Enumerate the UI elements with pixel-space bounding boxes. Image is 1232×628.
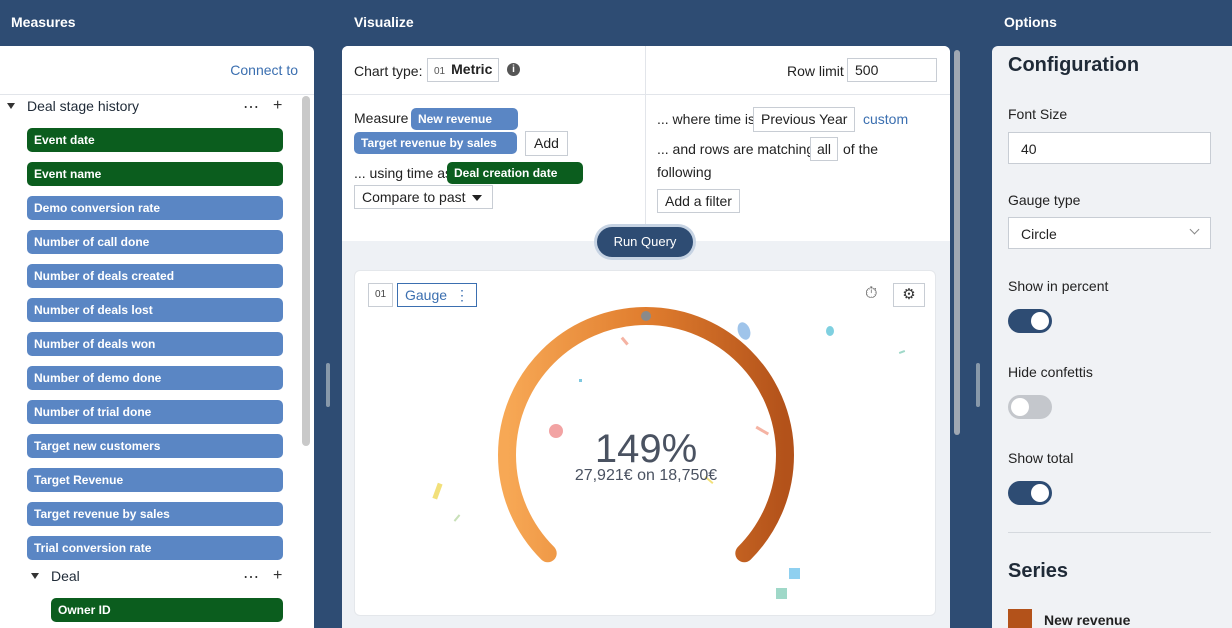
info-icon[interactable]: i [507,63,520,76]
measures-panel: Connect to Deal stage history ⋯ + Event … [0,46,314,628]
gauge-target-marker [641,311,651,321]
custom-link[interactable]: custom [863,111,908,127]
add-icon[interactable]: + [273,567,282,587]
visualize-column-title: Visualize [354,14,414,30]
group-deal[interactable]: Deal [31,568,80,584]
row-limit-input[interactable]: 500 [847,58,937,82]
measure-item[interactable]: Target revenue by sales [27,502,283,526]
show-total-label: Show total [1008,450,1074,466]
measure-item[interactable]: Event name [27,162,283,186]
time-chip[interactable]: Deal creation date [447,162,583,184]
add-filter-button[interactable]: Add a filter [657,189,740,213]
measures-scrollbar[interactable] [302,96,310,446]
toggle-knob [1031,312,1049,330]
series-title: Series [1008,560,1069,582]
query-builder: Chart type: 01 Metric i Row limit 500 Mea… [342,46,950,241]
measure-item[interactable]: Target new customers [27,434,283,458]
caret-down-icon [472,195,482,201]
left-splitter-handle[interactable] [326,363,330,407]
measures-column-title: Measures [11,14,76,30]
chart-type-number: 01 [434,66,446,77]
more-icon[interactable]: ⋯ [243,97,259,117]
measure-item[interactable]: Number of deals created [27,264,283,288]
measure-item[interactable]: Demo conversion rate [27,196,283,220]
compare-select[interactable]: Compare to past [354,185,493,209]
divider [645,46,646,241]
chart-type-select[interactable]: 01 Metric [427,58,500,82]
compare-select-value: Compare to past [362,189,466,205]
measure-item[interactable]: Event date [27,128,283,152]
series-color-swatch[interactable] [1008,609,1032,628]
toggle-knob [1031,484,1049,502]
measure-item[interactable]: Number of demo done [27,366,283,390]
font-size-label: Font Size [1008,106,1068,122]
where-time-select[interactable]: Previous Year [753,107,856,132]
toggle-knob [1011,398,1029,416]
caret-down-icon [31,573,39,579]
more-icon[interactable]: ⋯ [243,567,259,587]
where-time-label: ... where time is [657,111,756,127]
gauge-type-label: Gauge type [1008,192,1081,208]
font-size-input[interactable]: 40 [1008,132,1211,164]
gauge-card: 01 Gauge ⋮ ⏱ ⚙ 149% 27,921€ on 18,750€ [354,270,936,616]
add-measure-button[interactable]: Add [525,131,568,156]
measure-item[interactable]: Number of deals lost [27,298,283,322]
hide-confettis-label: Hide confettis [1008,364,1093,380]
show-total-toggle[interactable] [1008,481,1052,505]
row-limit-label: Row limit [787,63,844,79]
divider [342,94,950,95]
following-text: following [657,164,712,180]
measure-item[interactable]: Target Revenue [27,468,283,492]
gauge-total: 27,921€ on 18,750€ [574,467,718,484]
measure-item[interactable]: Number of trial done [27,400,283,424]
hide-confettis-toggle[interactable] [1008,395,1052,419]
series-name: New revenue [1044,612,1131,628]
measure-item[interactable]: Number of deals won [27,332,283,356]
measure-item[interactable]: Number of call done [27,230,283,254]
chevron-down-icon [1189,224,1200,235]
measure-chip-new-revenue[interactable]: New revenue [411,108,518,130]
measure-chip-target-revenue[interactable]: Target revenue by sales [354,132,517,154]
group-label: Deal [51,568,80,584]
rows-matching-label: ... and rows are matching [657,141,815,157]
show-percent-toggle[interactable] [1008,309,1052,333]
gauge-type-value: Circle [1021,226,1057,242]
connect-to-link[interactable]: Connect to [230,62,298,78]
right-splitter-handle[interactable] [976,363,980,407]
using-time-label: ... using time as [354,165,453,181]
caret-down-icon [7,103,15,109]
options-panel: Configuration Font Size 40 Gauge type Ci… [992,46,1232,628]
add-icon[interactable]: + [273,97,282,117]
run-query-button[interactable]: Run Query [597,227,693,257]
options-column-title: Options [1004,14,1057,30]
of-the-text: of the [843,141,879,157]
gauge-type-select[interactable]: Circle [1008,217,1211,249]
measure-item[interactable]: Trial conversion rate [27,536,283,560]
show-percent-label: Show in percent [1008,278,1109,294]
chart-type-value: Metric [451,61,493,77]
gauge-percent: 149% [594,427,698,471]
visualize-panel: Chart type: 01 Metric i Row limit 500 Mea… [342,46,950,628]
rows-matching-select[interactable]: all [810,137,839,161]
visualize-scrollbar[interactable] [954,50,960,435]
group-label: Deal stage history [27,98,140,114]
divider [0,94,314,95]
measure-label: Measure [354,110,409,126]
measure-item[interactable]: Owner ID [51,598,283,622]
group-deal-stage-history[interactable]: Deal stage history [7,98,139,114]
divider [1008,532,1211,533]
chart-type-label: Chart type: [354,63,423,79]
configuration-title: Configuration [1008,54,1140,76]
